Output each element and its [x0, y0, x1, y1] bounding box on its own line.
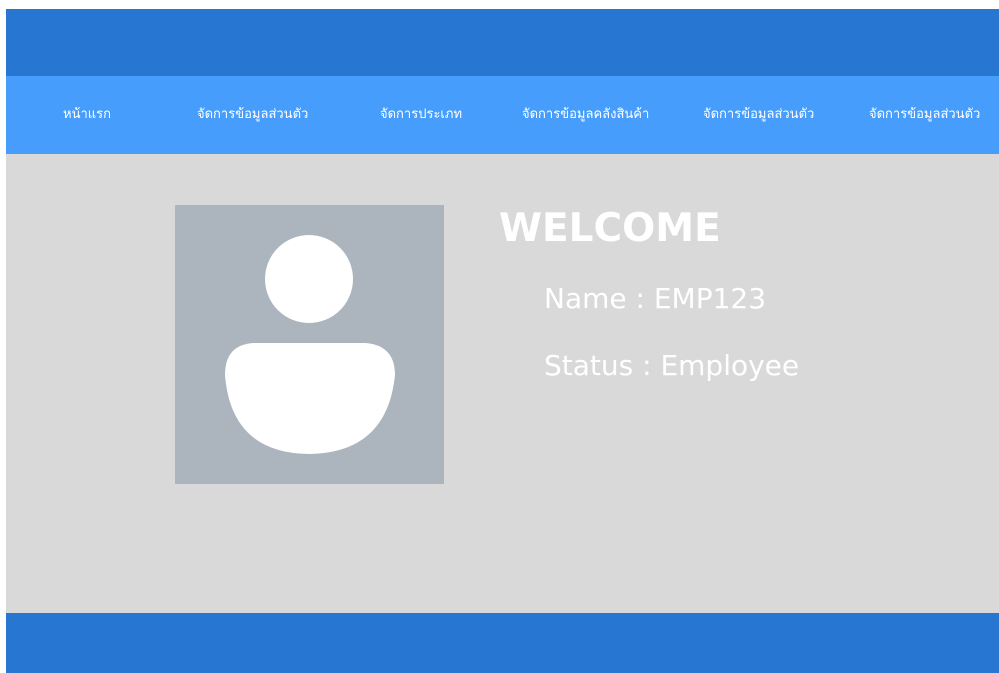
user-silhouette-icon	[225, 235, 395, 454]
nav-bar: หน้าแรก จัดการข้อมูลส่วนตัว จัดการประเภท…	[6, 76, 999, 154]
nav-item-inventory[interactable]: จัดการข้อมูลคลังสินค้า	[522, 76, 649, 154]
welcome-heading: WELCOME	[499, 206, 721, 251]
nav-item-personal-info[interactable]: จัดการข้อมูลส่วนตัว	[197, 76, 308, 154]
main-content: WELCOME Name : EMP123 Status : Employee	[6, 154, 999, 613]
nav-item-personal-info-3[interactable]: จัดการข้อมูลส่วนตัว	[869, 76, 980, 154]
nav-item-home[interactable]: หน้าแรก	[63, 76, 111, 154]
app-frame: หน้าแรก จัดการข้อมูลส่วนตัว จัดการประเภท…	[6, 9, 999, 673]
avatar	[175, 205, 444, 484]
employee-status: Status : Employee	[544, 349, 800, 382]
employee-name: Name : EMP123	[544, 282, 767, 315]
nav-item-categories[interactable]: จัดการประเภท	[380, 76, 462, 154]
footer-bar	[6, 613, 999, 673]
header-bar	[6, 9, 999, 76]
nav-item-personal-info-2[interactable]: จัดการข้อมูลส่วนตัว	[703, 76, 814, 154]
